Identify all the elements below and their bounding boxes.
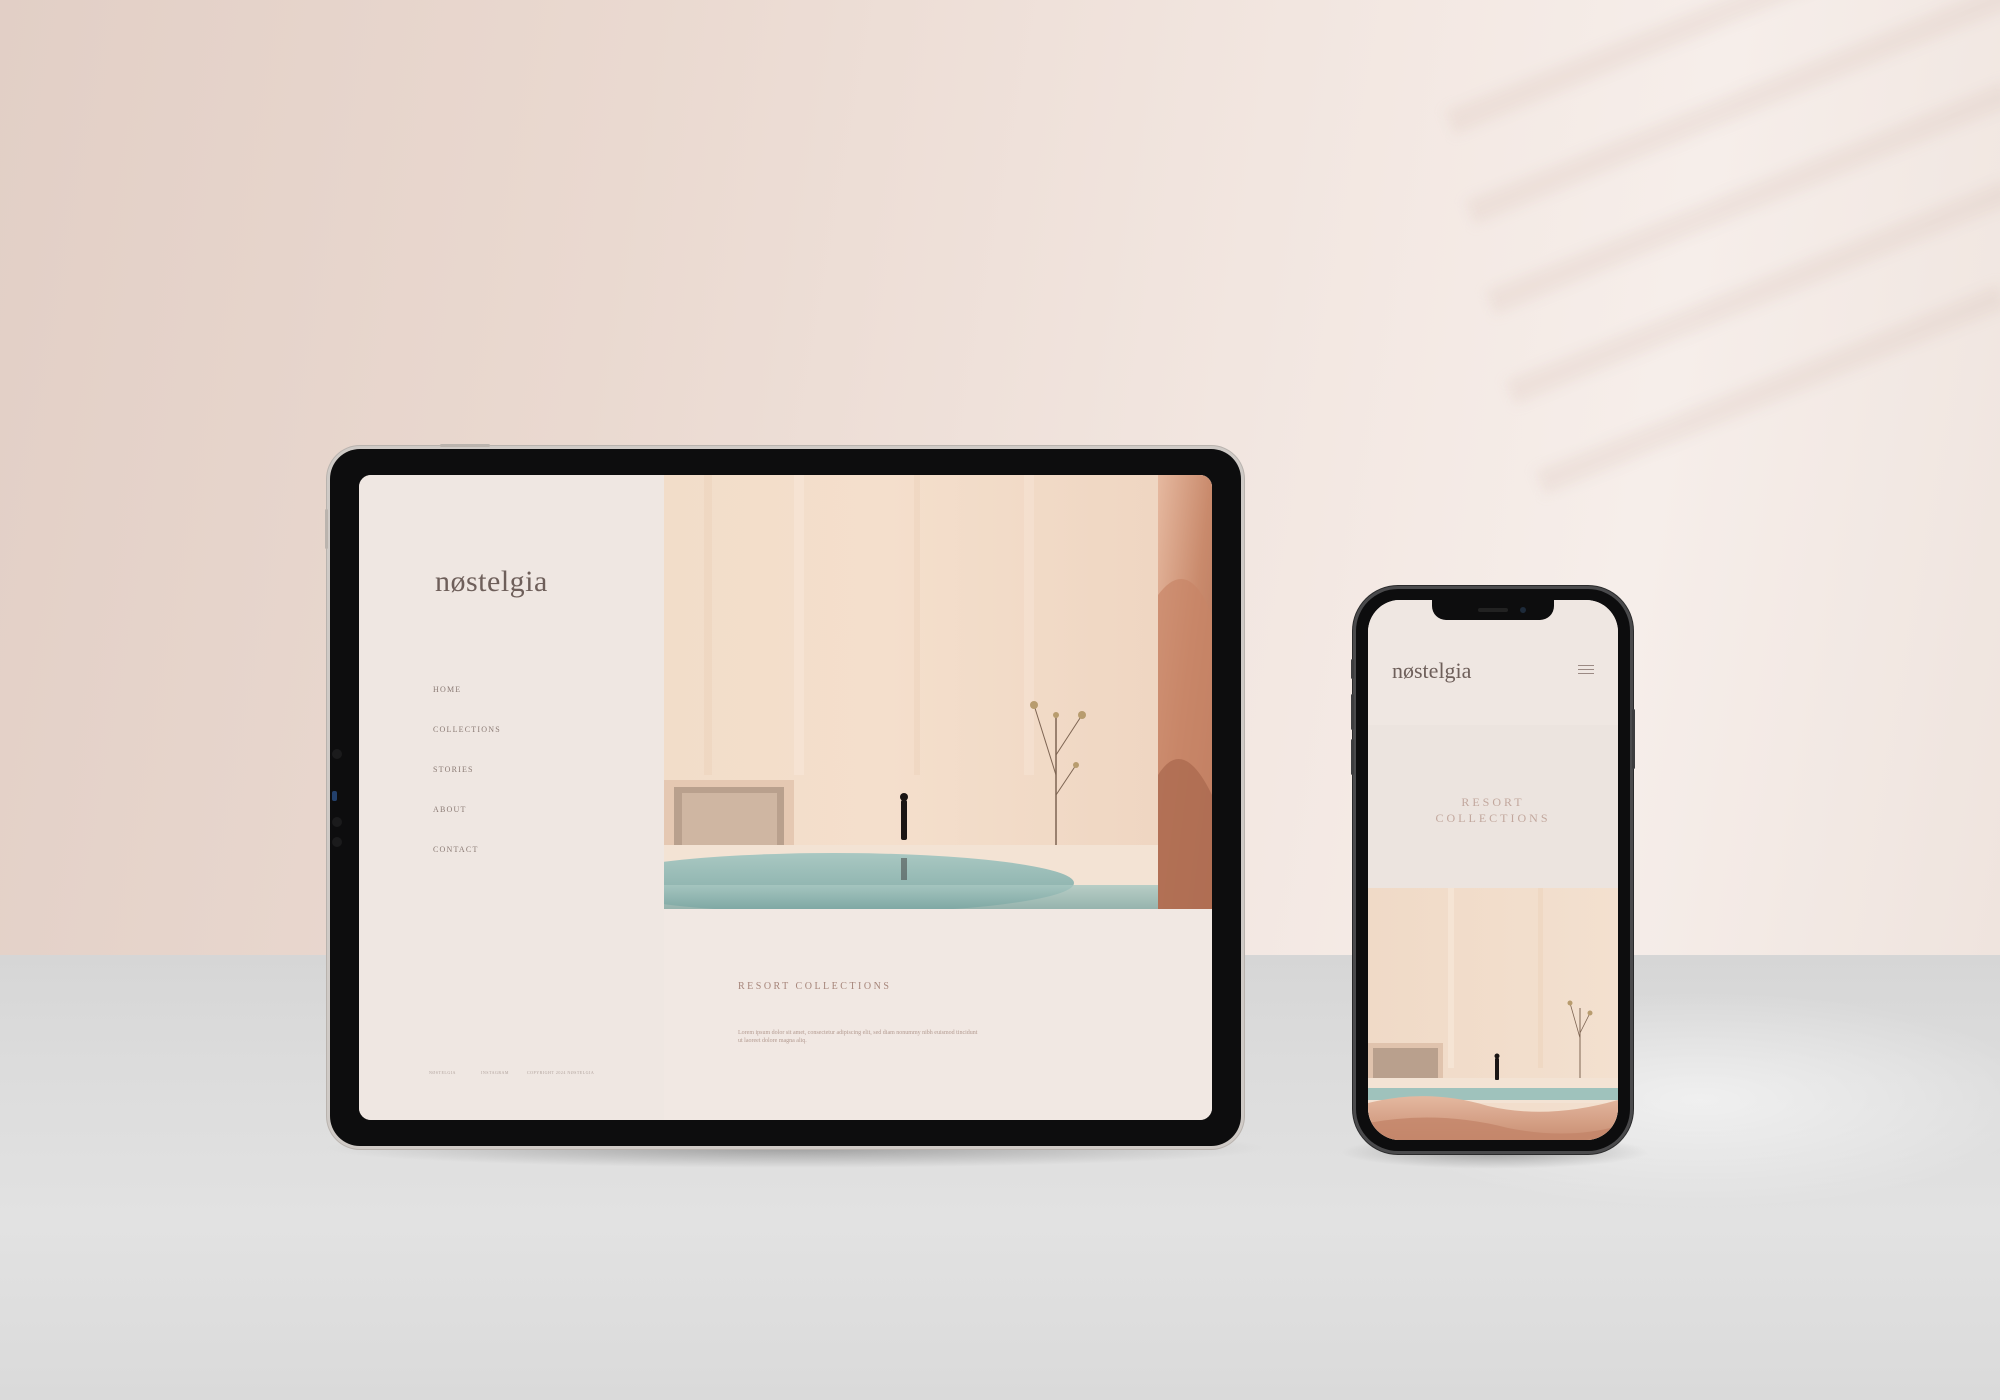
tablet-main: RESORT COLLECTIONS Lorem ipsum dolor sit… [664, 475, 1212, 1120]
tablet-pencil-dot [332, 837, 342, 847]
phone-volume-up [1351, 694, 1354, 730]
section-body-text: Lorem ipsum dolor sit amet, consectetur … [738, 1030, 978, 1044]
nav-item-stories[interactable]: STORIES [433, 765, 474, 774]
section-heading: RESORT COLLECTIONS [738, 981, 892, 992]
nav-item-contact[interactable]: CONTACT [433, 845, 479, 854]
phone-hero-image [1368, 888, 1618, 1140]
camera-icon [1520, 607, 1526, 613]
hamburger-menu-icon[interactable] [1578, 665, 1594, 675]
phone-notch [1432, 600, 1554, 620]
tablet-screen: nøstelgia HOME COLLECTIONS STORIES ABOUT… [359, 475, 1212, 1120]
hero-image [664, 475, 1158, 909]
phone-silent-switch [1351, 659, 1354, 679]
nav-item-collections[interactable]: COLLECTIONS [433, 725, 501, 734]
footer-link[interactable]: NØSTELGIA [429, 1070, 456, 1075]
sand-image-strip [1158, 475, 1212, 909]
page-title-line-2: COLLECTIONS [1435, 811, 1551, 825]
phone-screen: nøstelgia RESORT COLLECTIONS [1368, 600, 1618, 1140]
phone-title-section: RESORT COLLECTIONS [1368, 725, 1618, 888]
site-logo[interactable]: nøstelgia [1392, 658, 1471, 684]
footer-link[interactable]: INSTAGRAM [481, 1070, 509, 1075]
tablet-connector [332, 791, 337, 801]
tablet-side-button [325, 509, 328, 549]
speaker-icon [1478, 608, 1508, 612]
tablet-device: nøstelgia HOME COLLECTIONS STORIES ABOUT… [325, 444, 1241, 1146]
tablet-pencil-dot [332, 817, 342, 827]
phone-volume-down [1351, 739, 1354, 775]
nav-item-home[interactable]: HOME [433, 685, 461, 694]
phone-device: nøstelgia RESORT COLLECTIONS [1351, 589, 1635, 1151]
nav-item-about[interactable]: ABOUT [433, 805, 467, 814]
tablet-top-button [440, 444, 490, 447]
phone-power-button [1632, 709, 1635, 769]
page-title-line-1: RESORT [1461, 795, 1525, 809]
tablet-camera-icon [332, 749, 342, 759]
site-logo[interactable]: nøstelgia [435, 565, 548, 599]
footer-copyright: COPYRIGHT 2024 NØSTELGIA [527, 1070, 595, 1075]
tablet-sidebar: nøstelgia HOME COLLECTIONS STORIES ABOUT… [359, 475, 664, 1120]
